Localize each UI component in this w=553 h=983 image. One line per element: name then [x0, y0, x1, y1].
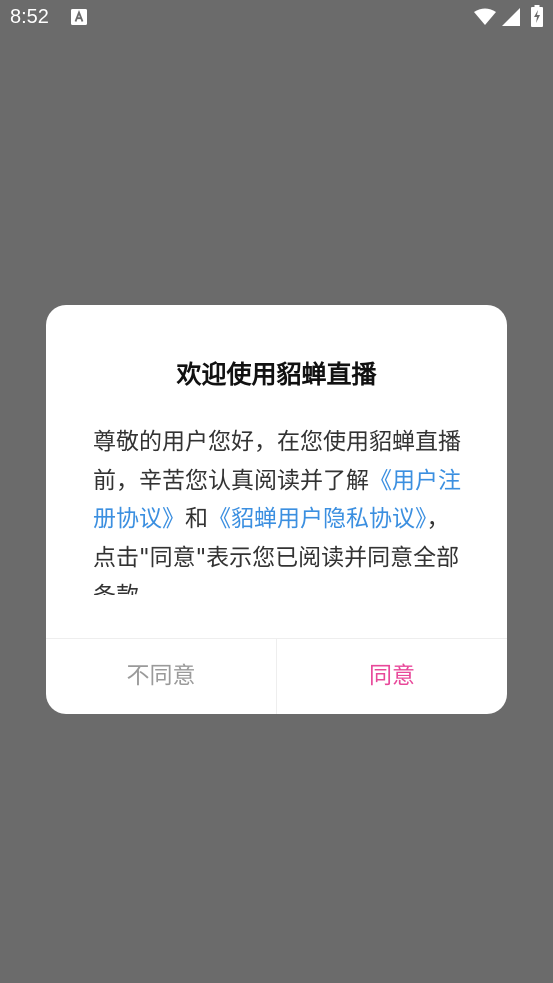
status-time: 8:52: [10, 6, 49, 28]
body-text-and: 和: [185, 506, 208, 532]
status-bar: 8:52: [0, 0, 553, 40]
privacy-dialog: 欢迎使用貂蝉直播 尊敬的用户您好，在您使用貂蝉直播前，辛苦您认真阅读并了解《用户…: [46, 305, 507, 714]
disagree-button[interactable]: 不同意: [46, 639, 276, 714]
privacy-policy-link[interactable]: 《貂蝉用户隐私协议》: [208, 506, 427, 532]
cell-signal-icon: [502, 8, 520, 26]
dialog-title: 欢迎使用貂蝉直播: [176, 360, 377, 389]
wifi-icon: [474, 8, 496, 25]
battery-charging-icon: [531, 5, 543, 27]
agree-button[interactable]: 同意: [277, 639, 507, 714]
font-a-icon: [71, 9, 87, 25]
dialog-body: 尊敬的用户您好，在您使用貂蝉直播前，辛苦您认真阅读并了解《用户注册协议》和《貂蝉…: [93, 423, 463, 595]
